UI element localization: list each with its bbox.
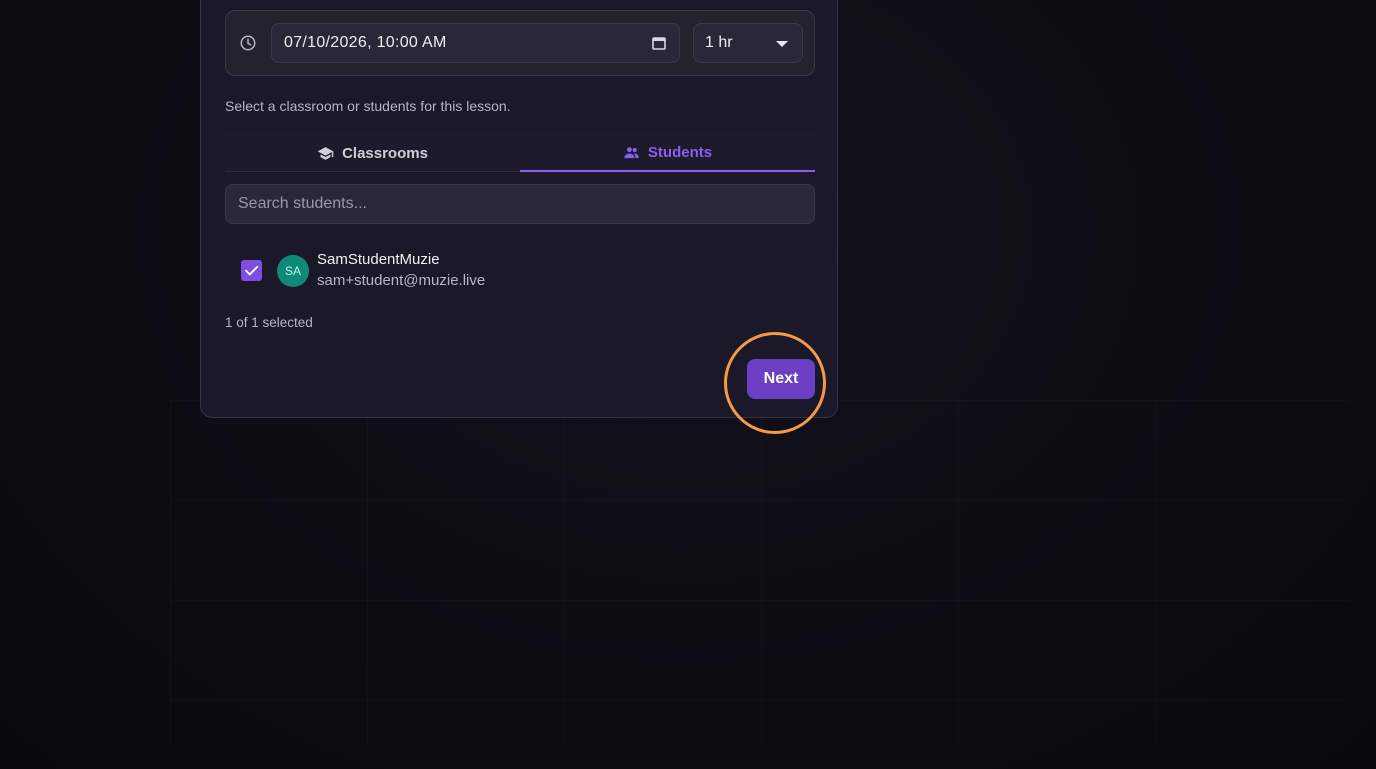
- duration-value: 1 hr: [705, 34, 733, 51]
- student-name: SamStudentMuzie: [317, 251, 440, 268]
- backdrop-grid: [170, 400, 1350, 745]
- school-icon: [317, 146, 334, 160]
- recipient-tabs: Classrooms Students: [225, 134, 815, 172]
- clock-icon: [240, 35, 256, 51]
- student-list-item[interactable]: SA SamStudentMuzie sam+student@muzie.liv…: [225, 239, 815, 303]
- schedule-lesson-dialog: 07/10/2026, 10:00 AM 1 hr Select a class…: [200, 0, 838, 418]
- selection-count: 1 of 1 selected: [225, 315, 313, 330]
- hint-text: Select a classroom or students for this …: [225, 98, 511, 114]
- student-email: sam+student@muzie.live: [317, 272, 486, 289]
- datetime-section: 07/10/2026, 10:00 AM 1 hr: [225, 10, 815, 76]
- tab-students[interactable]: Students: [520, 134, 815, 172]
- tab-classrooms[interactable]: Classrooms: [225, 134, 520, 172]
- student-checkbox[interactable]: [241, 260, 262, 281]
- datetime-value: 07/10/2026, 10:00 AM: [284, 34, 447, 51]
- datetime-input[interactable]: 07/10/2026, 10:00 AM: [271, 23, 680, 63]
- calendar-icon[interactable]: [652, 36, 666, 50]
- search-students-input[interactable]: [225, 184, 815, 224]
- next-button[interactable]: Next: [747, 359, 815, 399]
- tab-students-label: Students: [647, 143, 713, 161]
- duration-select[interactable]: 1 hr: [693, 23, 803, 63]
- check-icon: [245, 265, 259, 276]
- chevron-down-icon: [776, 41, 788, 47]
- avatar: SA: [277, 255, 309, 287]
- tab-classrooms-label: Classrooms: [342, 144, 428, 162]
- people-icon: [624, 146, 639, 158]
